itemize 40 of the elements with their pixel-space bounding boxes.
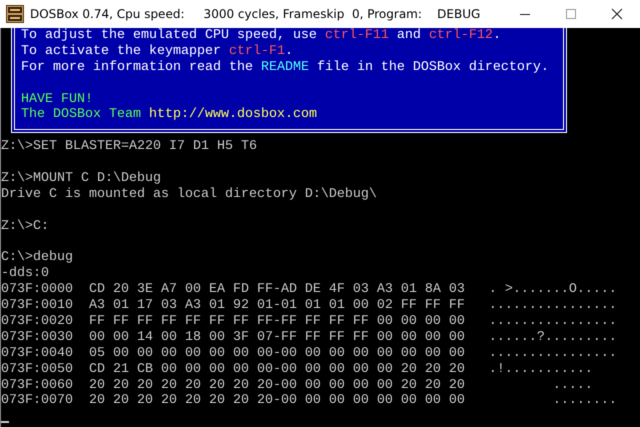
console-line: Z:\>C: xyxy=(1,218,49,235)
welcome-text-line: HAVE FUN! xyxy=(21,92,94,107)
app-icon xyxy=(6,5,24,23)
ascii-dump: ........ xyxy=(552,393,617,410)
welcome-text-line: The DOSBox Team http://www.dosbox.com xyxy=(21,107,318,124)
text-cursor xyxy=(1,421,9,424)
memory-address: 073F:0070 xyxy=(1,393,73,410)
welcome-text-line: To activate the keymapper ctrl-F1. xyxy=(21,44,294,60)
console-line: C:\>debug xyxy=(1,250,73,266)
hex-bytes: 05 00 00 00 00 00 00 00-00 00 00 00 00 00 00 00 xyxy=(88,346,465,362)
ascii-dump: .!........... xyxy=(488,362,593,378)
memory-address: 073F:0010 xyxy=(1,298,73,314)
welcome-text-line: For more information read the README file in the DOSBox directory. xyxy=(21,60,550,76)
memory-address: 073F:0050 xyxy=(1,362,73,378)
console-line: -dds:0 xyxy=(1,266,49,282)
window-title: DOSBox 0.74, Cpu speed: 3000 cycles, Frameskip 0, Program: DEBUG xyxy=(30,7,480,21)
hex-bytes: A3 01 17 03 A3 01 92 01-01 01 01 00 02 FF FF FF xyxy=(88,298,465,314)
hex-bytes: 00 00 14 00 18 00 3F 07-FF FF FF FF 00 00 00 00 xyxy=(88,330,465,346)
memory-address: 073F:0020 xyxy=(1,314,73,330)
hex-bytes: CD 21 CB 00 00 00 00 00-00 00 00 00 00 20 20 20 xyxy=(88,362,465,378)
hex-bytes: 20 20 20 20 20 20 20 20-00 00 00 00 00 00 00 00 xyxy=(88,393,465,410)
close-icon xyxy=(611,8,623,20)
memory-address: 073F:0000 xyxy=(1,282,73,298)
welcome-text-line: To adjust the emulated CPU speed, use ctrl-F11 and ctrl-F12. xyxy=(21,28,502,44)
memory-address: 073F:0030 xyxy=(1,330,73,346)
ascii-dump: ..... xyxy=(552,378,593,394)
memory-address: 073F:0040 xyxy=(1,346,73,362)
hex-bytes: 20 20 20 20 20 20 20 20-00 00 00 00 00 20 20 20 xyxy=(88,378,465,394)
ascii-dump: ................ xyxy=(488,298,617,314)
maximize-icon xyxy=(565,8,577,20)
memory-address: 073F:0060 xyxy=(1,378,73,394)
ascii-dump: ................ xyxy=(488,314,617,330)
console-line: Z:\>SET BLASTER=A220 I7 D1 H5 T6 xyxy=(1,139,257,156)
ascii-dump: . >.......O..... xyxy=(488,282,617,298)
console-line: Z:\>MOUNT C D:\Debug xyxy=(1,171,161,187)
hex-bytes: FF FF FF FF FF FF FF FF-FF FF FF FF 00 00 00 00 xyxy=(88,314,465,330)
hex-bytes: CD 20 3E A7 00 EA FD FF-AD DE 4F 03 A3 01 8A 03 xyxy=(88,282,465,298)
ascii-dump: ......?......... xyxy=(488,330,617,346)
console-line: Drive C is mounted as local directory D:\Debug\ xyxy=(1,186,377,203)
ascii-dump: ................ xyxy=(488,346,617,362)
